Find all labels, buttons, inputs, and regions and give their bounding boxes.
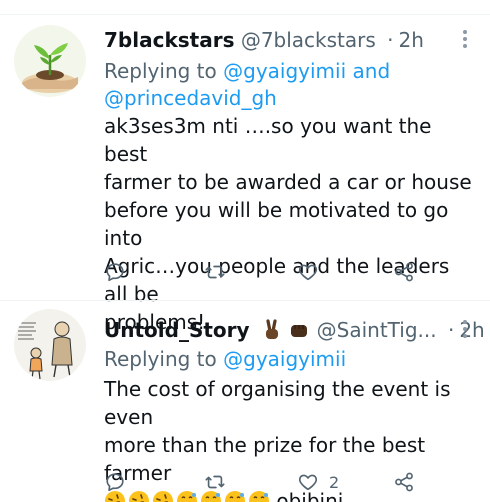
tweet-text-line: ak3ses3m nti ….so you want the best — [104, 114, 432, 166]
reply-button[interactable] — [104, 260, 136, 284]
like-button[interactable] — [297, 260, 329, 284]
share-icon — [395, 262, 413, 282]
tweet-actions — [104, 260, 424, 284]
user-handle[interactable]: @SaintTig... — [317, 318, 437, 342]
like-button[interactable]: 2 — [297, 470, 339, 494]
replying-to-line: Replying to @gyaigyimii — [104, 346, 346, 372]
mention-link[interactable]: @gyaigyimii — [223, 347, 346, 371]
separator-dot: · — [387, 28, 394, 52]
reply-button[interactable] — [104, 470, 136, 494]
retweet-icon — [205, 475, 225, 489]
mention-joiner: and — [352, 59, 391, 83]
tweet-text-line: The cost of organising the event is even — [104, 377, 451, 429]
separator-dot: · — [447, 318, 455, 342]
reply-icon — [106, 473, 124, 492]
mention-link[interactable]: @princedavid_gh — [104, 86, 277, 110]
tweet-7blackstars[interactable]: 7blackstars @7blackstars · 2h Replying to… — [0, 15, 490, 334]
retweet-button[interactable] — [204, 260, 236, 284]
display-name[interactable]: Untold_Story — [104, 318, 250, 342]
tweet-text-line: farmer to be awarded a car or house — [104, 170, 472, 194]
tweet-header: 7blackstars @7blackstars · 2h — [104, 27, 424, 53]
heart-icon — [298, 474, 318, 491]
fist-icon — [291, 325, 308, 337]
tweet-text-line: before you will be motivated to go into — [104, 198, 449, 250]
like-count: 2 — [329, 472, 340, 492]
display-name[interactable]: 7blackstars — [104, 28, 234, 52]
heart-icon — [298, 264, 318, 281]
share-button[interactable] — [393, 260, 425, 284]
retweet-icon — [205, 265, 225, 279]
replying-to-label: Replying to — [104, 59, 217, 83]
more-options-icon[interactable] — [462, 319, 468, 339]
victory-hand-icon — [265, 319, 278, 339]
replying-to-label: Replying to — [104, 347, 217, 371]
replying-to-line: Replying to @gyaigyimii and — [104, 58, 390, 84]
avatar[interactable] — [14, 309, 86, 381]
tweet-actions: 2 — [104, 470, 424, 494]
share-button[interactable] — [393, 470, 425, 494]
retweet-button[interactable] — [204, 470, 236, 494]
tweet-untold-story[interactable]: Untold_Story @SaintTig... · 2h Replying t… — [0, 301, 490, 502]
more-options-icon[interactable] — [462, 29, 468, 49]
reply-icon — [106, 263, 124, 282]
mention-link[interactable]: @gyaigyimii — [223, 59, 346, 83]
replying-to-line-2: @princedavid_gh — [104, 85, 277, 111]
plant-in-hand-icon — [14, 25, 86, 97]
share-icon — [395, 472, 413, 492]
avatar[interactable] — [14, 25, 86, 97]
cartoon-sketch-icon — [14, 309, 86, 381]
timestamp[interactable]: 2h — [399, 28, 424, 52]
tweet-header: Untold_Story @SaintTig... · 2h — [104, 317, 485, 343]
user-handle[interactable]: @7blackstars — [241, 28, 376, 52]
